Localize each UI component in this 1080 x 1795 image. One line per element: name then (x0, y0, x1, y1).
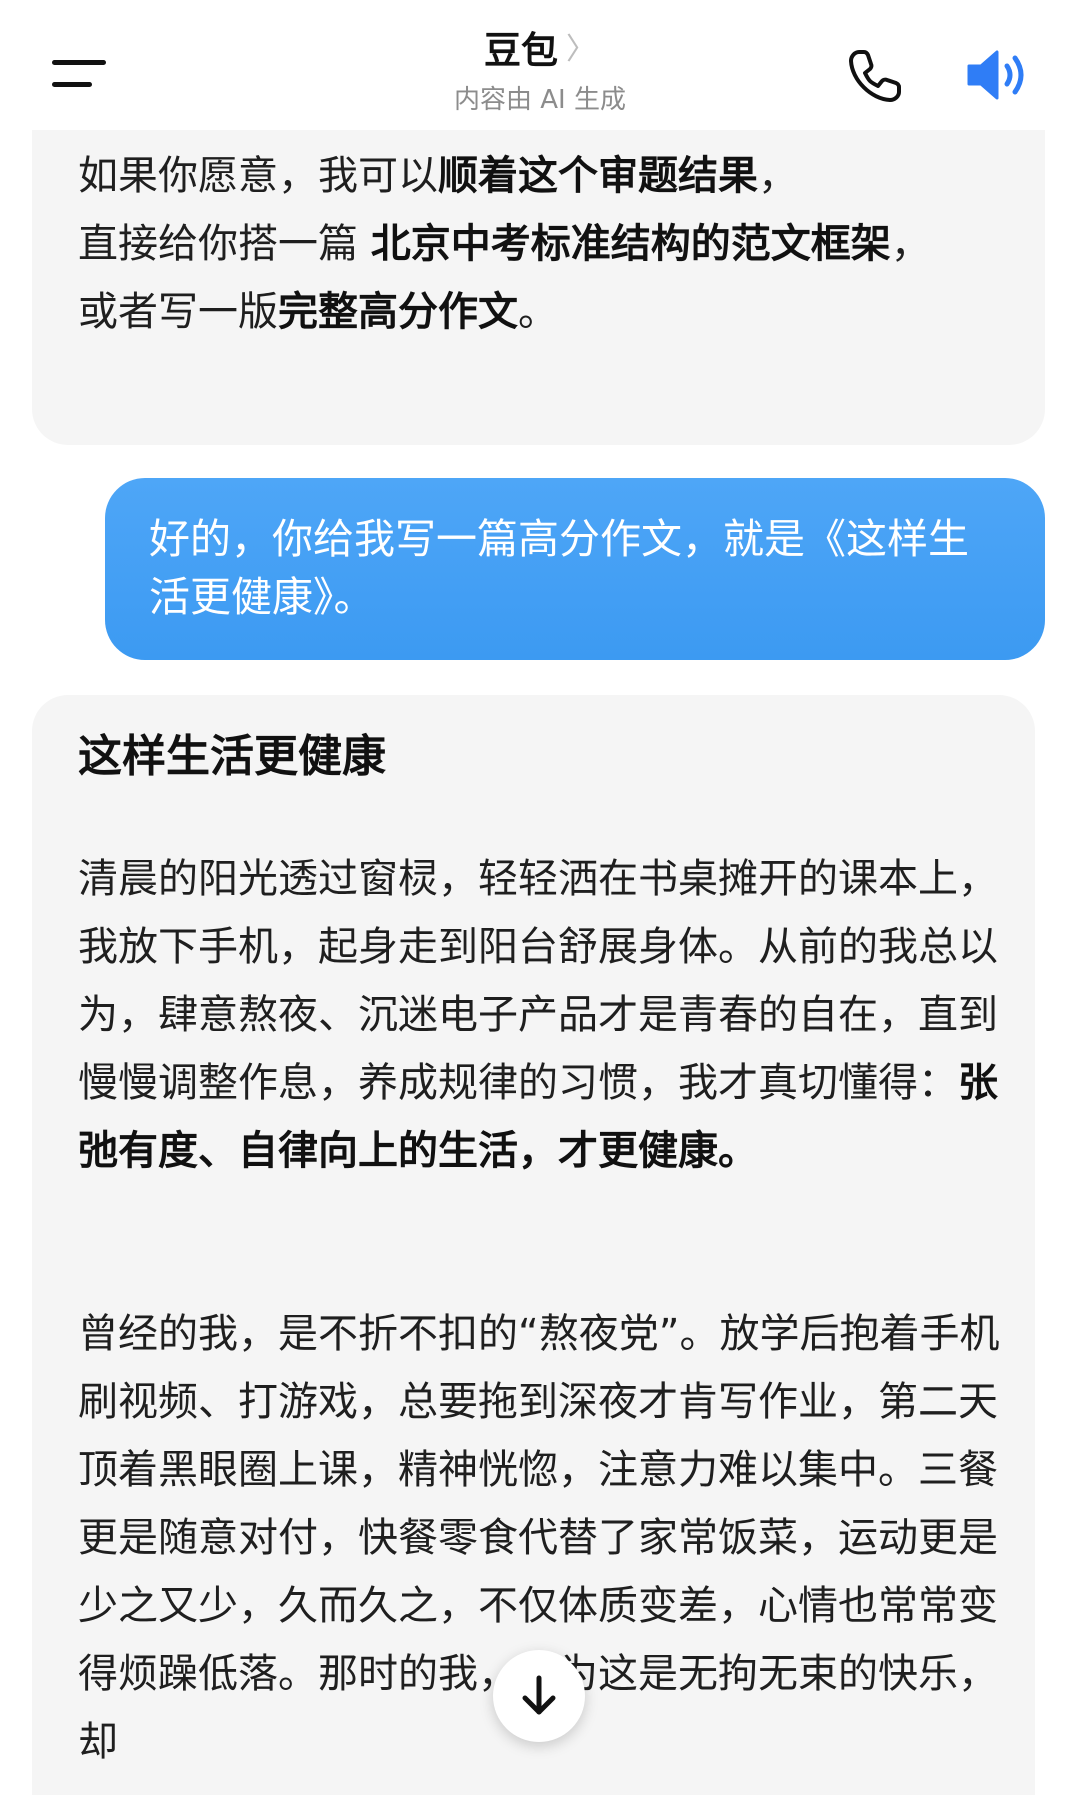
text-normal: 直接给你搭一篇 (78, 221, 371, 267)
speaker-icon[interactable] (965, 44, 1031, 106)
text-punct: 。 (518, 289, 558, 335)
ai-essay-bubble: 这样生活更健康 清晨的阳光透过窗棂，轻轻洒在书桌摊开的课本上，我放下手机，起身走… (32, 695, 1035, 1795)
chat-title-area[interactable]: 豆包〉 内容由 AI 生成 (390, 28, 690, 115)
phone-icon[interactable] (845, 46, 905, 106)
app-title[interactable]: 豆包〉 (390, 28, 690, 73)
chevron-right-icon: 〉 (566, 32, 596, 67)
text-punct: ， (890, 221, 931, 267)
arrow-down-icon (522, 1675, 556, 1715)
text-normal: 清晨的阳光透过窗棂，轻轻洒在书桌摊开的课本上，我放下手机，起身走到阳台舒展身体。… (78, 856, 998, 1106)
top-bar: 豆包〉 内容由 AI 生成 (0, 0, 1080, 130)
menu-icon[interactable] (52, 56, 108, 90)
essay-paragraph-1: 清晨的阳光透过窗棂，轻轻洒在书桌摊开的课本上，我放下手机，起身走到阳台舒展身体。… (78, 845, 1028, 1185)
text-bold: 完整高分作文 (278, 289, 518, 335)
ai-message-text: 如果你愿意，我可以顺着这个审题结果， 直接给你搭一篇 北京中考标准结构的范文框架… (78, 142, 1018, 346)
text-normal: 如果你愿意，我可以 (78, 153, 438, 199)
essay-title: 这样生活更健康 (78, 731, 386, 782)
user-message-text: 好的，你给我写一篇高分作文，就是《这样生活更健康》。 (149, 515, 969, 621)
text-punct: ， (758, 153, 798, 199)
user-message-bubble[interactable]: 好的，你给我写一篇高分作文，就是《这样生活更健康》。 (105, 478, 1045, 660)
app-title-text: 豆包 (484, 29, 558, 72)
text-bold: 北京中考标准结构的范文框架 (370, 221, 891, 267)
scroll-to-bottom-button[interactable] (493, 1650, 585, 1742)
ai-generated-note: 内容由 AI 生成 (454, 85, 626, 115)
text-bold: 顺着这个审题结果 (438, 153, 758, 199)
text-normal: 或者写一版 (78, 289, 278, 335)
ai-message-bubble: 如果你愿意，我可以顺着这个审题结果， 直接给你搭一篇 北京中考标准结构的范文框架… (32, 130, 1045, 445)
